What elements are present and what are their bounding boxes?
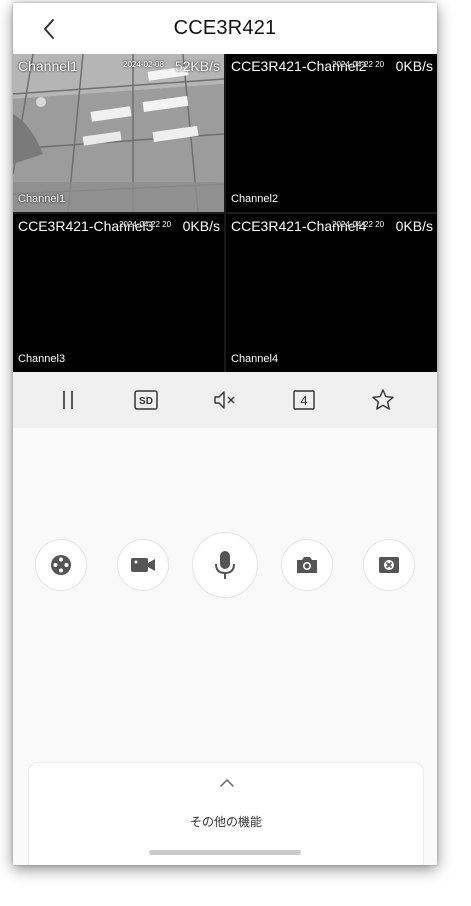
channel-label: Channel4 [231,353,279,365]
channel-label: Channel1 [18,193,66,205]
close-window-icon [379,557,399,573]
video-cell-channel4[interactable]: CCE3R421-Channel4 2024-04-22 20 0KB/s Ch… [226,214,437,372]
page-title: CCE3R421 [173,17,277,39]
pause-icon [63,391,73,409]
channel-bitrate: 0KB/s [395,218,433,234]
quality-label: SD [139,396,153,407]
talk-button[interactable] [192,532,258,598]
sd-quality-icon: SD [134,390,158,410]
video-grid: Channel1 2024-02-08 52KB/s Channel1 CCE3… [13,54,437,372]
microphone-icon [215,551,235,579]
channel-bitrate: 0KB/s [395,58,433,74]
video-cell-channel3[interactable]: CCE3R421-Channel3 2024-04-22 20 0KB/s Ch… [13,214,224,372]
control-panel: その他の機能 [13,428,437,865]
favorite-button[interactable] [367,384,399,416]
channel-timestamp: 2024-04-22 20 [332,60,385,69]
channel-label: Channel3 [18,353,66,365]
snapshot-button[interactable] [281,539,333,591]
speaker-muted-icon [214,391,235,409]
split-layout-icon: 4 [293,390,315,410]
video-cell-channel1[interactable]: Channel1 2024-02-08 52KB/s Channel1 [13,54,224,212]
video-camera-icon [131,558,155,572]
star-icon [372,389,394,410]
record-video-button[interactable] [117,539,169,591]
channel-timestamp: 2024-04-22 20 [119,220,172,229]
playback-toolbar: SD 4 [13,372,437,428]
close-all-button[interactable] [363,539,415,591]
mute-button[interactable] [209,384,241,416]
home-indicator[interactable] [149,850,301,855]
channel-bitrate: 0KB/s [182,218,220,234]
camera-icon [297,557,317,573]
camera-feed-image [13,54,224,212]
phone-screen: CCE3R421 Channel1 2024-02-08 52KB/s Chan… [13,3,437,865]
top-bar: CCE3R421 [13,3,437,54]
chevron-up-icon [220,779,234,787]
ptz-control-button[interactable] [35,539,87,591]
expand-button[interactable] [216,775,238,791]
video-cell-channel2[interactable]: CCE3R421-Channel2 2024-04-22 20 0KB/s Ch… [226,54,437,212]
channel-bitrate: 52KB/s [174,58,220,74]
layout-label: 4 [300,393,307,408]
pause-button[interactable] [52,384,84,416]
channel-label: Channel2 [231,193,279,205]
quality-button[interactable]: SD [130,384,162,416]
joystick-icon [51,555,71,575]
layout-button[interactable]: 4 [288,384,320,416]
channel-timestamp: 2024-02-08 [123,60,164,69]
more-functions-label: その他の機能 [189,815,262,829]
channel-timestamp: 2024-04-22 20 [332,220,385,229]
channel-name: Channel1 [18,58,78,74]
